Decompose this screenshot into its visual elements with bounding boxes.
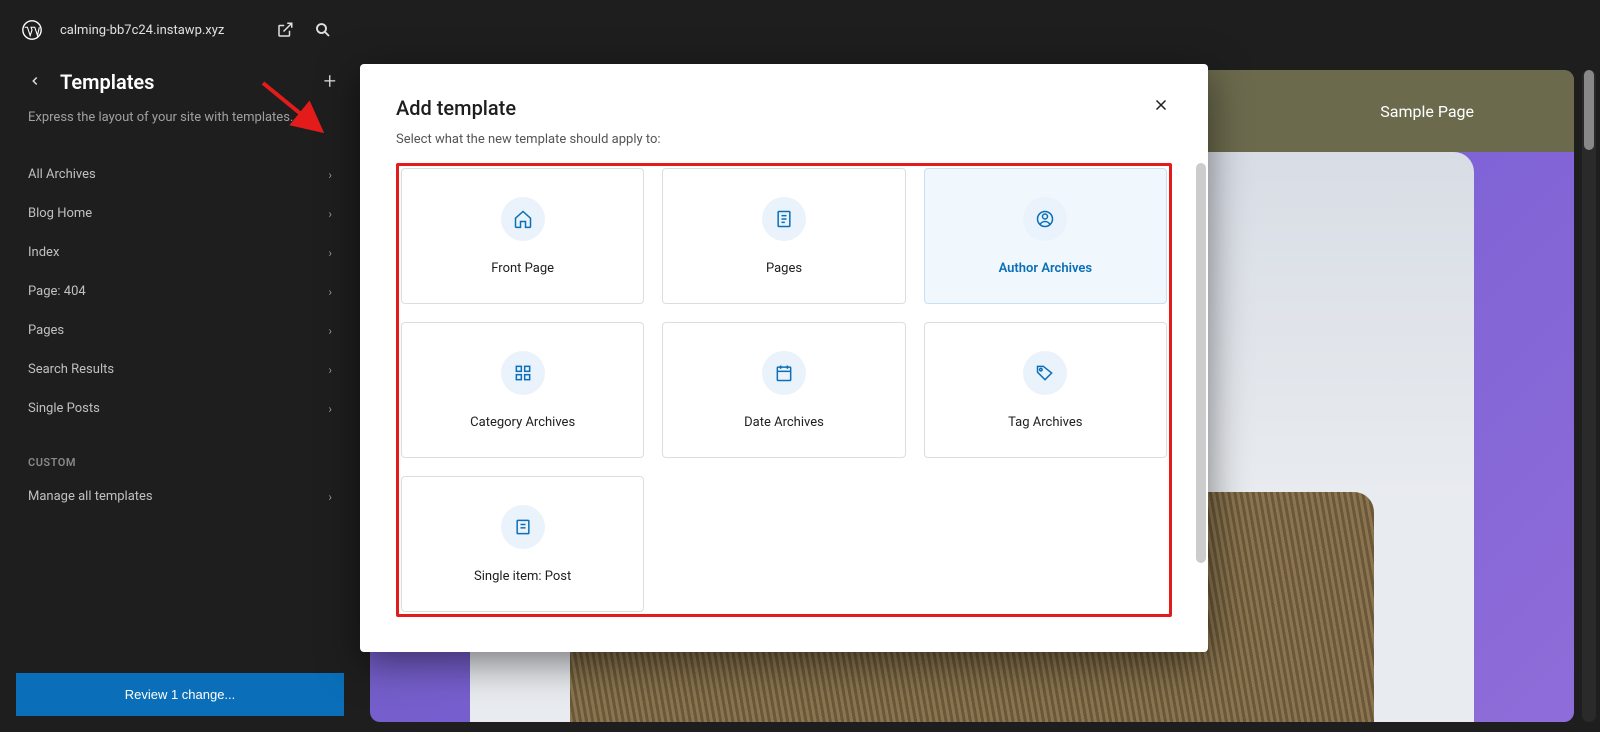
sidebar-item-index[interactable]: Index › — [28, 233, 332, 272]
back-icon[interactable] — [28, 73, 44, 92]
category-icon — [501, 351, 545, 395]
sidebar-header: Templates + — [28, 70, 332, 94]
open-external-icon[interactable] — [275, 20, 295, 40]
chevron-right-icon: › — [328, 363, 332, 377]
chevron-right-icon: › — [328, 285, 332, 299]
sidebar-item-label: Page: 404 — [28, 284, 86, 299]
site-name[interactable]: calming-bb7c24.instawp.xyz — [60, 23, 224, 38]
sidebar-item-label: Blog Home — [28, 206, 92, 221]
tag-icon — [1023, 351, 1067, 395]
preview-nav-link[interactable]: Sample Page — [1380, 102, 1474, 121]
sidebar-description: Express the layout of your site with tem… — [28, 110, 332, 125]
sidebar-item-label: Single Posts — [28, 401, 100, 416]
add-template-modal: Add template Select what the new templat… — [360, 64, 1208, 652]
custom-section-label: CUSTOM — [28, 456, 332, 469]
template-card-category-archives[interactable]: Category Archives — [401, 322, 644, 458]
preview-scrollbar[interactable] — [1582, 70, 1596, 722]
template-card-tag-archives[interactable]: Tag Archives — [924, 322, 1167, 458]
template-grid: Front Page Pages Author Archives — [401, 168, 1167, 612]
sidebar-item-all-archives[interactable]: All Archives › — [28, 155, 332, 194]
sidebar-title: Templates — [60, 70, 154, 94]
sidebar-item-search-results[interactable]: Search Results › — [28, 350, 332, 389]
sidebar-item-label: Manage all templates — [28, 489, 153, 504]
modal-header: Add template — [360, 64, 1208, 132]
chevron-right-icon: › — [328, 168, 332, 182]
sidebar-item-label: Pages — [28, 323, 64, 338]
modal-description: Select what the new template should appl… — [360, 132, 1208, 147]
sidebar-item-blog-home[interactable]: Blog Home › — [28, 194, 332, 233]
chevron-right-icon: › — [328, 207, 332, 221]
add-template-button[interactable]: + — [324, 70, 336, 95]
template-label: Pages — [766, 261, 802, 276]
sidebar-item-pages[interactable]: Pages › — [28, 311, 332, 350]
modal-body: Front Page Pages Author Archives — [360, 163, 1208, 652]
sidebar-item-label: All Archives — [28, 167, 96, 182]
template-grid-highlight: Front Page Pages Author Archives — [396, 163, 1172, 617]
review-changes-button[interactable]: Review 1 change... — [16, 673, 344, 716]
chevron-right-icon: › — [328, 324, 332, 338]
preview-scrollbar-thumb[interactable] — [1584, 70, 1594, 150]
template-label: Author Archives — [999, 261, 1093, 276]
modal-title: Add template — [396, 96, 516, 120]
template-label: Tag Archives — [1008, 415, 1082, 430]
template-label: Front Page — [491, 261, 554, 276]
modal-scrollbar[interactable] — [1196, 163, 1206, 563]
template-card-author-archives[interactable]: Author Archives — [924, 168, 1167, 304]
chevron-right-icon: › — [328, 402, 332, 416]
home-icon — [501, 197, 545, 241]
template-card-pages[interactable]: Pages — [662, 168, 905, 304]
search-icon[interactable] — [313, 20, 333, 40]
chevron-right-icon: › — [328, 490, 332, 504]
date-icon — [762, 351, 806, 395]
author-icon — [1023, 197, 1067, 241]
sidebar-item-page-404[interactable]: Page: 404 › — [28, 272, 332, 311]
page-icon — [762, 197, 806, 241]
sidebar: Templates + Express the layout of your s… — [0, 60, 360, 732]
template-label: Category Archives — [470, 415, 575, 430]
single-icon — [501, 505, 545, 549]
template-card-date-archives[interactable]: Date Archives — [662, 322, 905, 458]
wordpress-logo-icon[interactable] — [20, 18, 44, 42]
sidebar-item-manage-all[interactable]: Manage all templates › — [28, 477, 332, 516]
sidebar-item-label: Search Results — [28, 362, 114, 377]
sidebar-item-label: Index — [28, 245, 59, 260]
template-card-front-page[interactable]: Front Page — [401, 168, 644, 304]
template-label: Single item: Post — [474, 569, 571, 584]
template-card-single-post[interactable]: Single item: Post — [401, 476, 644, 612]
template-label: Date Archives — [744, 415, 824, 430]
topbar: calming-bb7c24.instawp.xyz — [0, 0, 1600, 60]
sidebar-item-single-posts[interactable]: Single Posts › — [28, 389, 332, 428]
close-icon[interactable] — [1152, 96, 1172, 116]
chevron-right-icon: › — [328, 246, 332, 260]
